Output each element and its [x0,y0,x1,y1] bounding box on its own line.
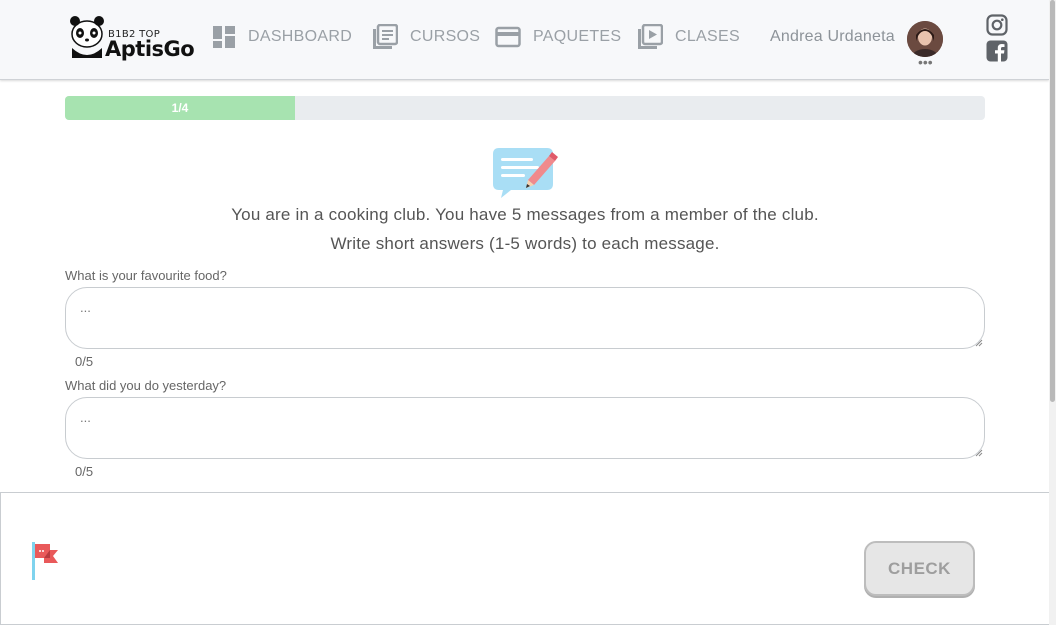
question-1-label: What is your favourite food? [65,268,227,283]
question-1-word-count: 0/5 [75,354,94,369]
play-icon [638,24,663,49]
question-2-label: What did you do yesterday? [65,378,227,393]
nav-clases-label: CLASES [675,28,740,45]
instruction-line-1: You are in a cooking club. You have 5 me… [231,205,819,224]
panda-logo-icon [70,16,104,58]
check-button[interactable]: CHECK [864,541,975,596]
user-menu-dots[interactable]: ••• [918,55,933,69]
report-flag-icon[interactable] [30,540,60,582]
nav-cursos-label: CURSOS [410,28,481,45]
scrollbar-thumb[interactable] [1050,0,1055,402]
instruction-line-2: Write short answers (1-5 words) to each … [330,234,720,253]
top-navbar: B1B2 TOP AptisGo DASHBOARD CURSOS PAQUET… [0,0,1049,80]
question-2-word-count: 0/5 [75,464,94,479]
instagram-icon[interactable] [986,14,1008,36]
logo-title: AptisGo [105,37,195,61]
nav-dashboard[interactable]: DASHBOARD [212,22,352,52]
book-icon [373,24,398,49]
facebook-icon[interactable] [986,40,1008,62]
dashboard-icon [213,26,235,48]
page: B1B2 TOP AptisGo DASHBOARD CURSOS PAQUET… [0,0,1056,625]
nav-paquetes-label: PAQUETES [533,28,622,45]
progress-fill: 1/4 [65,96,295,120]
nav-clases[interactable]: CLASES [637,22,740,52]
question-1-answer-input[interactable] [65,287,985,349]
nav-dashboard-label: DASHBOARD [248,28,353,45]
user-photo-icon [907,21,943,57]
question-2-answer-input[interactable] [65,397,985,459]
user-name[interactable]: Andrea Urdaneta [770,28,895,46]
aptisgo-logo[interactable]: B1B2 TOP AptisGo [68,12,195,62]
nav-cursos[interactable]: CURSOS [372,22,480,52]
resize-handle-icon[interactable] [975,339,983,347]
resize-handle-icon[interactable] [975,449,983,457]
writing-message-icon [493,148,558,198]
nav-paquetes[interactable]: PAQUETES [495,22,621,52]
exercise-progress-bar: 1/4 [65,96,985,120]
progress-label: 1/4 [171,101,189,115]
avatar[interactable] [907,21,943,57]
card-icon [495,26,521,48]
